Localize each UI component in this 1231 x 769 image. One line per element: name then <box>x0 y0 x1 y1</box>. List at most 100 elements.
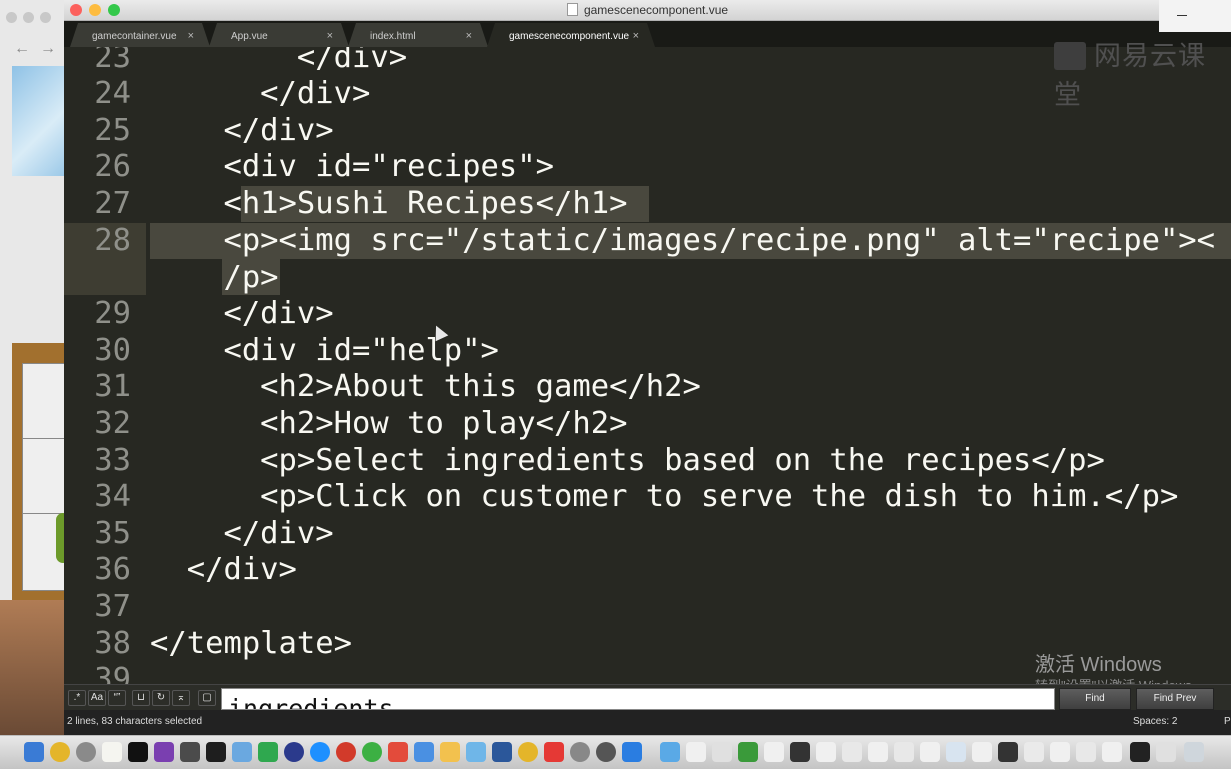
document-thumbnail-icon[interactable] <box>712 742 732 762</box>
code-line: 27 <h1>Sushi Recipes</h1> <box>64 185 1231 222</box>
find-prev-button[interactable]: Find Prev <box>1136 688 1214 710</box>
line-number: 39 <box>94 662 131 684</box>
word-icon[interactable] <box>492 742 512 762</box>
chrome-icon[interactable] <box>50 742 70 762</box>
tab-index[interactable]: index.html × <box>348 23 488 47</box>
find-input[interactable]: ingredients <box>221 688 1055 710</box>
close-tab-icon[interactable]: × <box>633 30 639 42</box>
document-thumbnail-icon[interactable] <box>894 742 914 762</box>
game-tile <box>22 438 66 516</box>
document-thumbnail-icon[interactable] <box>764 742 784 762</box>
game-preview <box>12 343 70 608</box>
wrap-toggle[interactable]: ↻ <box>152 690 170 706</box>
rp-icon[interactable] <box>154 742 174 762</box>
app-icon[interactable] <box>440 742 460 762</box>
trash-icon[interactable] <box>1184 742 1204 762</box>
line-number: 32 <box>94 406 131 441</box>
code-line: 25 </div> <box>64 112 1231 149</box>
document-icon <box>566 3 578 16</box>
line-number: 37 <box>94 589 131 624</box>
windows-activation-title: 激活 Windows <box>1035 654 1162 676</box>
whole-word-toggle[interactable]: ⊔ <box>132 690 150 706</box>
notes-icon[interactable] <box>102 742 122 762</box>
forward-arrow-icon[interactable]: → <box>40 40 56 58</box>
document-thumbnail-icon[interactable] <box>1076 742 1096 762</box>
terminal-icon[interactable] <box>128 742 148 762</box>
code-line: 30 <div id="help"> <box>64 332 1231 369</box>
quote-toggle[interactable]: “” <box>108 690 126 706</box>
document-thumbnail-icon[interactable] <box>738 742 758 762</box>
document-thumbnail-icon[interactable] <box>1102 742 1122 762</box>
line-text: <p><img src="/static/images/recipe.png" … <box>150 223 1216 258</box>
line-text: </template> <box>150 626 352 661</box>
background-browser-window: ← → <box>0 0 70 735</box>
app-icon[interactable] <box>362 742 382 762</box>
system-preferences-icon[interactable] <box>570 742 590 762</box>
line-text: <h1>Sushi Recipes</h1> <box>150 186 628 221</box>
app-icon[interactable] <box>258 742 278 762</box>
close-tab-icon[interactable]: × <box>327 30 333 42</box>
tab-gamecontainer[interactable]: gamecontainer.vue × <box>70 23 210 47</box>
document-thumbnail-icon[interactable] <box>1156 742 1176 762</box>
code-editor[interactable]: 23 </div> 24 </div> 25 </div> 26 <div id… <box>64 47 1231 684</box>
document-thumbnail-icon[interactable] <box>686 742 706 762</box>
case-sensitive-toggle[interactable]: Aa <box>88 690 106 706</box>
preview-icon[interactable] <box>232 742 252 762</box>
zoom-dot-icon <box>40 12 51 23</box>
app-icon[interactable] <box>414 742 434 762</box>
document-thumbnail-icon[interactable] <box>842 742 862 762</box>
code-line: 34 <p>Click on customer to serve the dis… <box>64 478 1231 515</box>
minimize-button[interactable] <box>1159 0 1231 32</box>
app-icon[interactable] <box>388 742 408 762</box>
document-thumbnail-icon[interactable] <box>816 742 836 762</box>
title-bar: gamescenecomponent.vue <box>64 0 1231 21</box>
minimize-dot-icon <box>23 12 34 23</box>
line-number: 28 <box>94 223 131 258</box>
line-text: </div> <box>150 113 334 148</box>
code-line: 35 </div> <box>64 515 1231 552</box>
document-thumbnail-icon[interactable] <box>1130 742 1150 762</box>
document-thumbnail-icon[interactable] <box>1050 742 1070 762</box>
game-tile <box>22 363 66 441</box>
find-button[interactable]: Find <box>1059 688 1131 710</box>
sublime-icon[interactable] <box>180 742 200 762</box>
app-icon[interactable] <box>622 742 642 762</box>
in-selection-toggle[interactable]: ⌅ <box>172 690 190 706</box>
tab-gamescenecomponent[interactable]: gamescenecomponent.vue × <box>487 23 655 47</box>
document-thumbnail-icon[interactable] <box>972 742 992 762</box>
syntax-setting[interactable]: P <box>1224 716 1231 727</box>
editor-window: gamescenecomponent.vue gamecontainer.vue… <box>64 0 1231 735</box>
safari-icon[interactable] <box>310 742 330 762</box>
line-number: 34 <box>94 479 131 514</box>
app-icon[interactable] <box>466 742 486 762</box>
line-number: 23 <box>94 47 131 75</box>
app-icon[interactable] <box>336 742 356 762</box>
document-thumbnail-icon[interactable] <box>998 742 1018 762</box>
launchpad-icon[interactable] <box>76 742 96 762</box>
app-icon[interactable] <box>284 742 304 762</box>
line-text: <h2>About this game</h2> <box>150 369 701 404</box>
highlight-matches-toggle[interactable]: ▢ <box>198 690 216 706</box>
close-tab-icon[interactable]: × <box>466 30 472 42</box>
back-arrow-icon[interactable]: ← <box>14 40 30 58</box>
folder-icon[interactable] <box>660 742 680 762</box>
document-thumbnail-icon[interactable] <box>946 742 966 762</box>
line-text: </div> <box>150 552 297 587</box>
document-thumbnail-icon[interactable] <box>1024 742 1044 762</box>
app-icon[interactable] <box>544 742 564 762</box>
line-number: 29 <box>94 296 131 331</box>
line-number: 35 <box>94 516 131 551</box>
document-thumbnail-icon[interactable] <box>790 742 810 762</box>
code-line: 28 <p><img src="/static/images/recipe.pn… <box>64 222 1231 259</box>
indentation-setting[interactable]: Spaces: 2 <box>1133 716 1177 727</box>
line-number: 26 <box>94 149 131 184</box>
chrome-icon[interactable] <box>518 742 538 762</box>
activity-monitor-icon[interactable] <box>206 742 226 762</box>
app-icon[interactable] <box>596 742 616 762</box>
close-tab-icon[interactable]: × <box>188 30 194 42</box>
tab-app[interactable]: App.vue × <box>209 23 349 47</box>
document-thumbnail-icon[interactable] <box>920 742 940 762</box>
regex-toggle[interactable]: .* <box>68 690 86 706</box>
document-thumbnail-icon[interactable] <box>868 742 888 762</box>
finder-icon[interactable] <box>24 742 44 762</box>
